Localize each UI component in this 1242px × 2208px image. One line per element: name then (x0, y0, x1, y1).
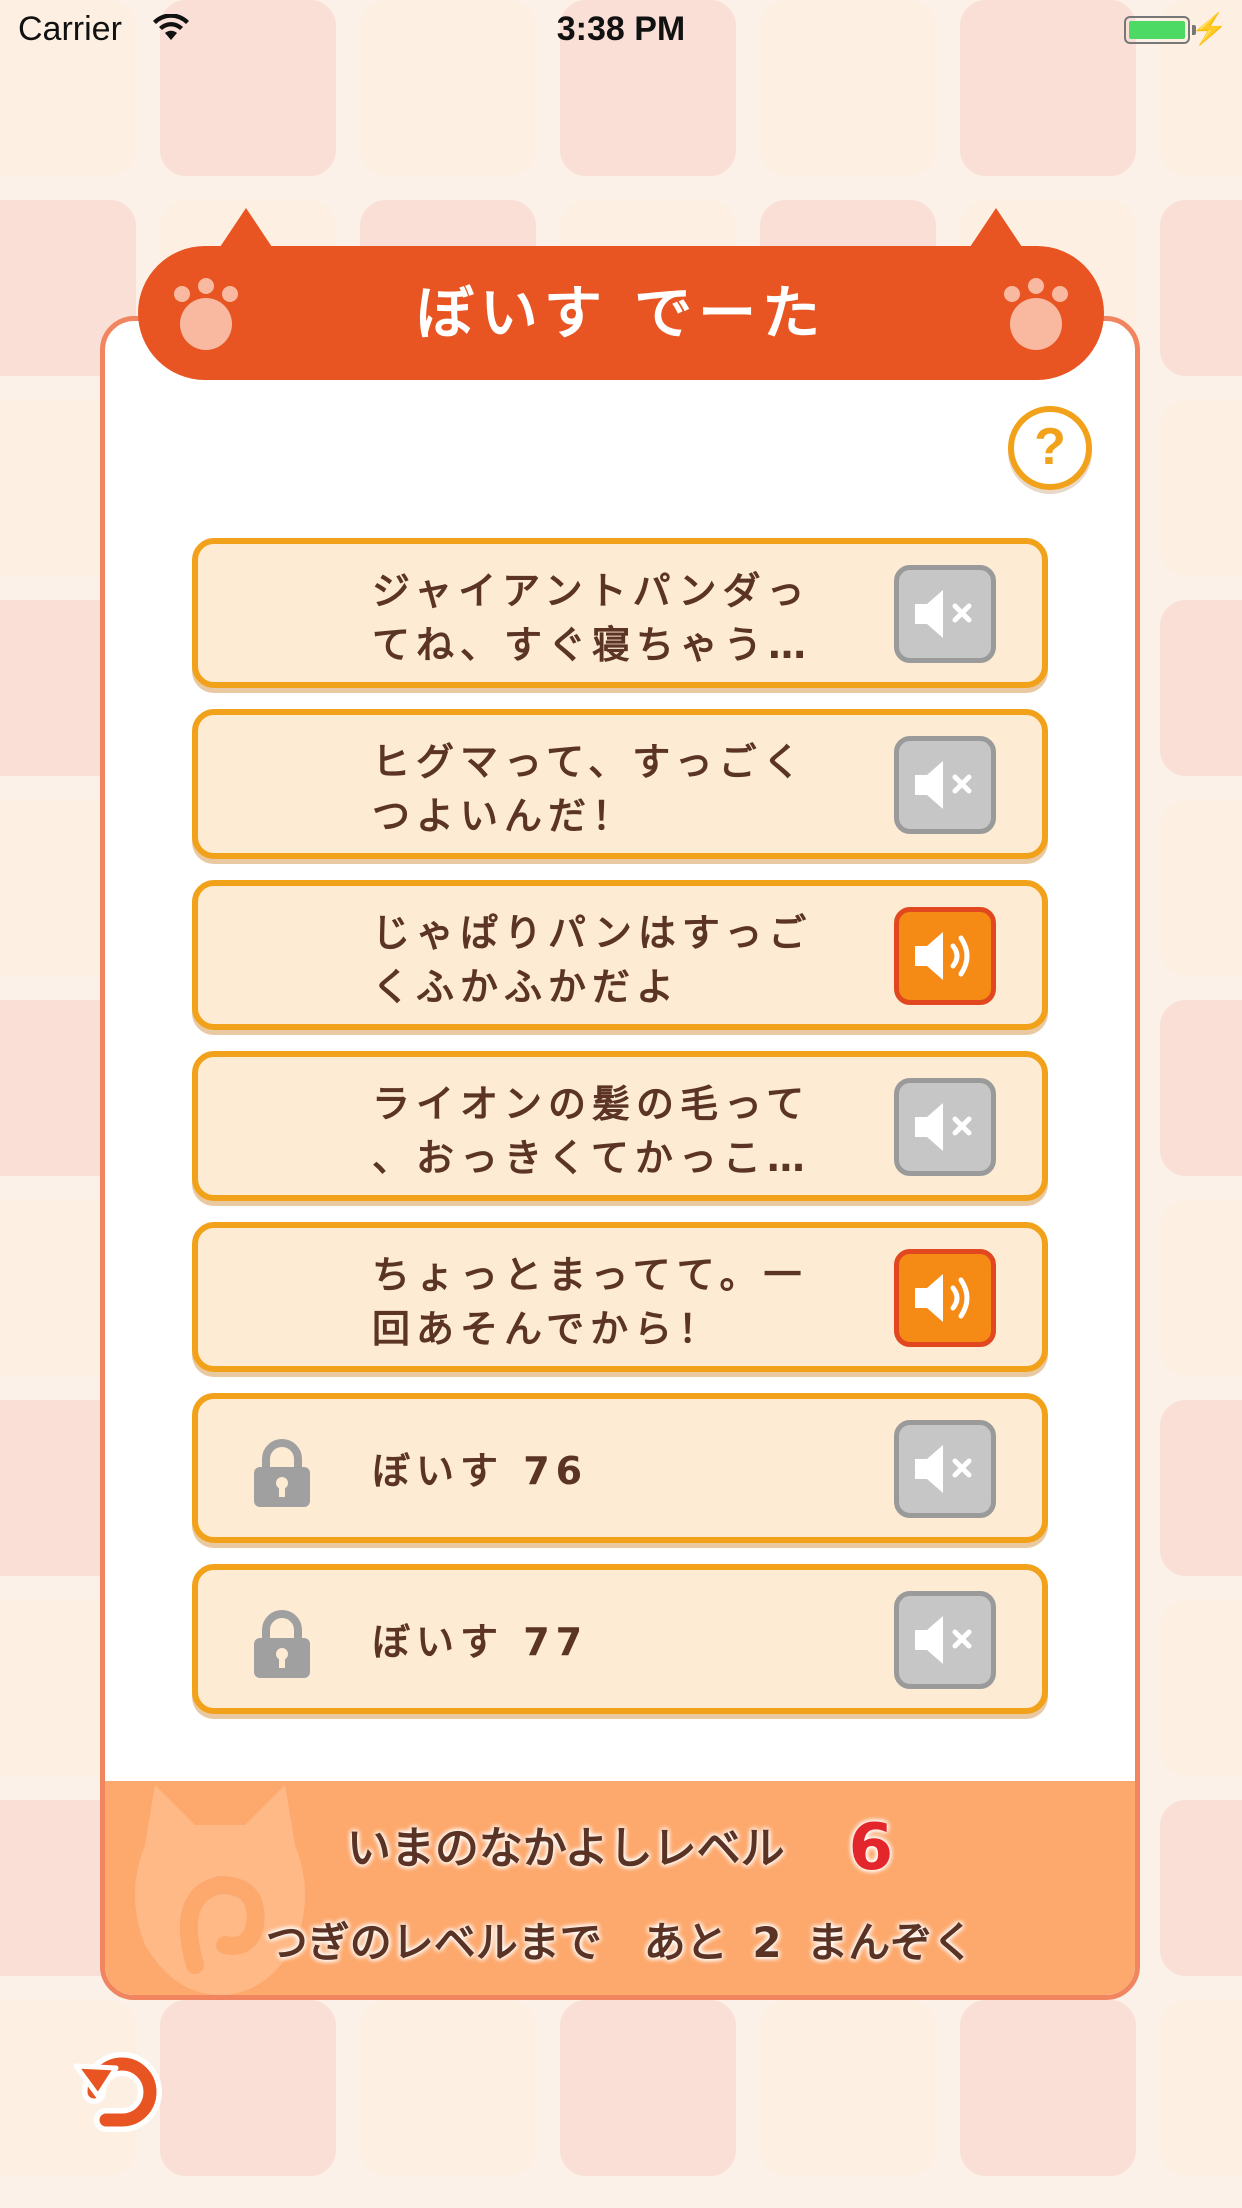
friendship-level-row: いまのなかよしレベル 6 (105, 1811, 1135, 1885)
voice-item[interactable]: ジャイアントパンダっ てね、すぐ寝ちゃう… (192, 538, 1048, 688)
voice-item-text: ジャイアントパンダっ てね、すぐ寝ちゃう… (372, 569, 813, 667)
voice-item-text: ぼいす 76 (372, 1449, 589, 1493)
friendship-level-label: いまのなかよしレベル (346, 1823, 785, 1874)
speaker-on-icon (915, 1274, 970, 1322)
lock-icon (250, 1610, 314, 1680)
speaker-muted-button[interactable] (894, 1078, 996, 1176)
voice-item-text: じゃぱりパンはすっご くふかふかだよ (372, 911, 813, 1009)
speaker-muted-icon (915, 1445, 972, 1493)
battery-icon (1124, 16, 1190, 44)
page-title: ぼいす でーた (415, 279, 827, 347)
voice-item[interactable]: ヒグマって、すっごく つよいんだ！ (192, 709, 1048, 859)
voice-item-text: ぼいす 77 (372, 1620, 589, 1664)
speaker-muted-button[interactable] (894, 736, 996, 834)
header-banner: ぼいす でーた (138, 208, 1104, 380)
status-bar: Carrier 3:38 PM ⚡ (0, 0, 1242, 62)
friendship-level-footer: いまのなかよしレベル 6 つぎのレベルまで あと 2 まんぞく (105, 1781, 1135, 1995)
lock-icon (250, 1439, 314, 1509)
speaker-muted-icon (915, 1616, 972, 1664)
speaker-muted-button[interactable] (894, 565, 996, 663)
speaker-on-button[interactable] (894, 907, 996, 1005)
voice-item[interactable]: じゃぱりパンはすっご くふかふかだよ (192, 880, 1048, 1030)
voice-item-text: ヒグマって、すっごく つよいんだ！ (372, 740, 807, 838)
voice-item-text: ちょっとまってて。一 回あそんでから！ (372, 1253, 808, 1351)
voice-item[interactable]: ぼいす 77 (192, 1564, 1048, 1714)
speaker-on-button[interactable] (894, 1249, 996, 1347)
speaker-muted-button[interactable] (894, 1420, 996, 1518)
clock: 3:38 PM (556, 10, 686, 48)
voice-item-text: ライオンの髪の毛って 、おっきくてかっこ… (372, 1082, 811, 1180)
voice-list: ジャイアントパンダっ てね、すぐ寝ちゃう… ヒグマって、すっごく つよいんだ！ じゃ… (192, 538, 1048, 1735)
friendship-level-value: 6 (848, 1811, 894, 1885)
help-button[interactable]: ? (1008, 406, 1092, 490)
charging-bolt-icon: ⚡ (1190, 13, 1228, 46)
back-arrow-icon[interactable] (72, 2040, 172, 2140)
speaker-on-icon (915, 932, 970, 980)
speaker-muted-icon (915, 1103, 972, 1151)
voice-item[interactable]: ぼいす 76 (192, 1393, 1048, 1543)
speaker-muted-icon (915, 761, 972, 809)
speaker-muted-icon (915, 590, 972, 638)
voice-item[interactable]: ちょっとまってて。一 回あそんでから！ (192, 1222, 1048, 1372)
next-level-text: つぎのレベルまで あと 2 まんぞく (265, 1918, 975, 1967)
speaker-muted-button[interactable] (894, 1591, 996, 1689)
voice-item[interactable]: ライオンの髪の毛って 、おっきくてかっこ… (192, 1051, 1048, 1201)
